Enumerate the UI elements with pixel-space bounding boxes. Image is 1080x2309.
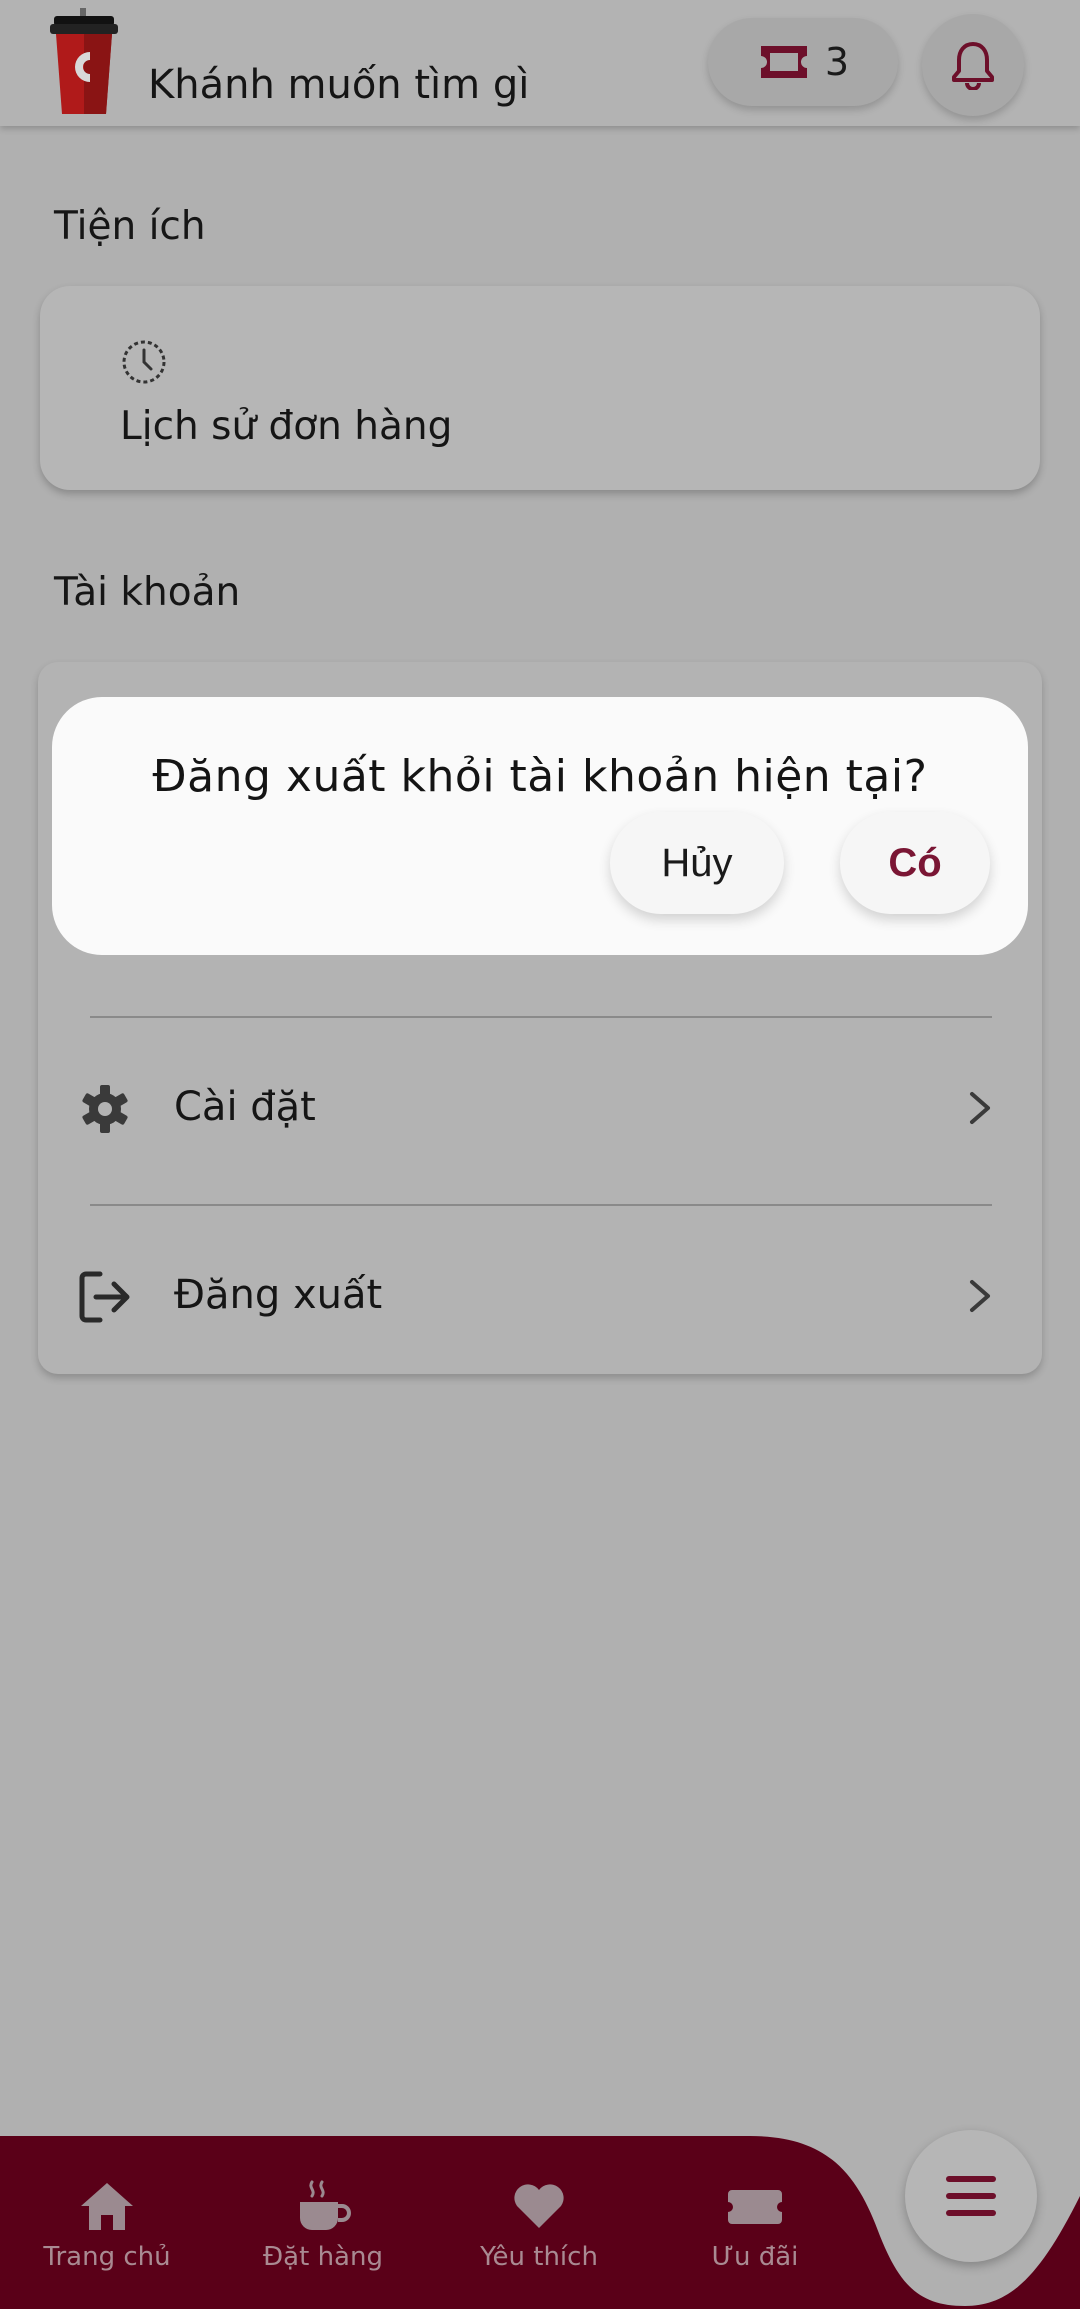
logout-icon — [79, 1271, 130, 1323]
bell-icon — [952, 42, 994, 90]
nav-label-offers: Ưu đãi — [711, 2242, 799, 2272]
order-history-label: Lịch sử đơn hàng — [120, 404, 453, 449]
account-section-title: Tài khoản — [54, 570, 241, 615]
notification-button[interactable] — [922, 14, 1024, 116]
settings-label: Cài đặt — [174, 1084, 316, 1130]
logout-confirm-dialog: Đăng xuất khỏi tài khoản hiện tại? Hủy C… — [52, 697, 1028, 955]
ticket-icon — [760, 46, 807, 78]
gear-icon — [82, 1085, 128, 1133]
logout-row[interactable]: Đăng xuất — [38, 1230, 1042, 1360]
logout-label: Đăng xuất — [174, 1272, 383, 1318]
ticket-icon — [728, 2190, 782, 2224]
coffee-cup-icon — [300, 2180, 351, 2230]
confirm-logout-button[interactable]: Có — [840, 812, 990, 914]
heart-icon — [514, 2184, 564, 2228]
voucher-button[interactable]: 3 — [708, 18, 898, 106]
chevron-right-icon — [970, 1092, 990, 1124]
chevron-right-icon — [970, 1280, 990, 1312]
utilities-section-title: Tiện ích — [54, 204, 206, 249]
history-clock-icon — [122, 340, 166, 384]
divider — [90, 1016, 992, 1018]
nav-label-favorites: Yêu thích — [480, 2242, 598, 2272]
order-history-card[interactable]: Lịch sử đơn hàng — [40, 286, 1040, 490]
menu-icon — [946, 2176, 996, 2216]
cancel-button[interactable]: Hủy — [610, 812, 784, 914]
settings-row[interactable]: Cài đặt — [38, 1042, 1042, 1172]
search-greeting[interactable]: Khánh muốn tìm gì — [148, 62, 529, 108]
nav-item-favorites[interactable]: Yêu thích — [459, 2136, 619, 2309]
nav-label-order: Đặt hàng — [263, 2242, 383, 2272]
voucher-count: 3 — [824, 40, 850, 84]
app-header: Khánh muốn tìm gì 3 — [0, 0, 1080, 126]
divider — [90, 1204, 992, 1206]
nav-item-offers[interactable]: Ưu đãi — [675, 2136, 835, 2309]
nav-item-order[interactable]: Đặt hàng — [243, 2136, 403, 2309]
nav-item-home[interactable]: Trang chủ — [27, 2136, 187, 2309]
dialog-message: Đăng xuất khỏi tài khoản hiện tại? — [152, 751, 928, 802]
menu-button[interactable] — [905, 2130, 1037, 2262]
coffee-cup-logo — [50, 8, 118, 114]
home-icon — [81, 2183, 133, 2230]
nav-label-home: Trang chủ — [43, 2242, 171, 2272]
